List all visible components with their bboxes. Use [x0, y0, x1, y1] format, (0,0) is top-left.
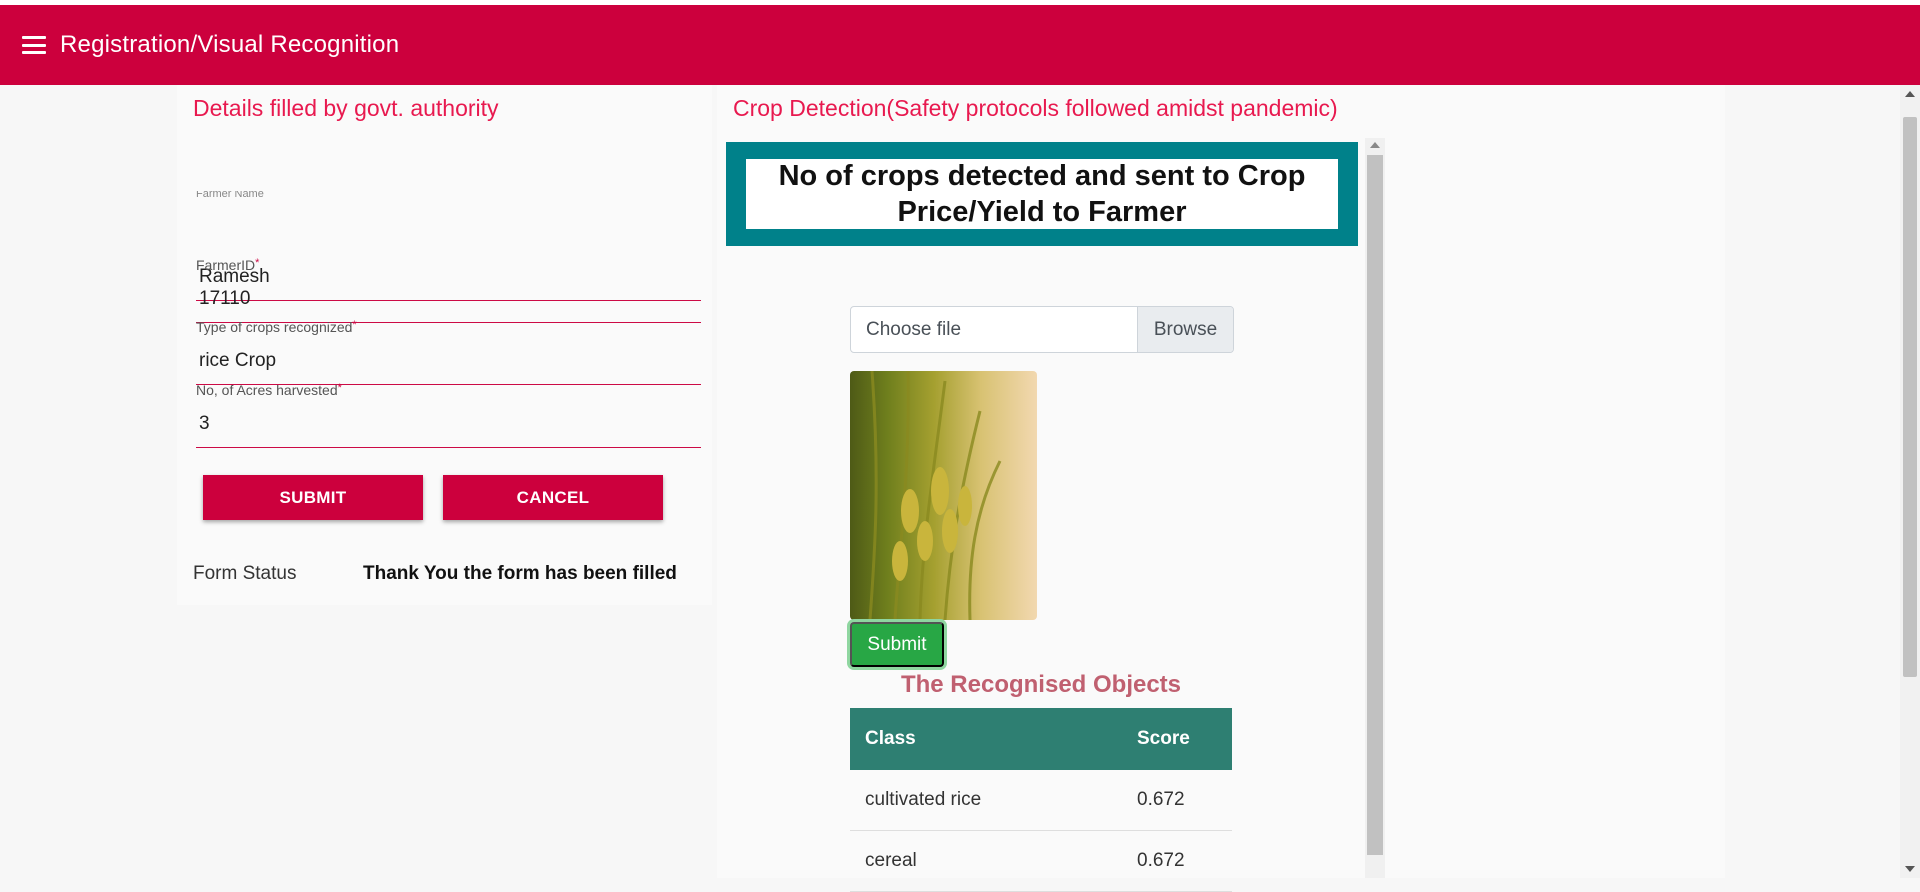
form-status-label: Form Status [193, 563, 297, 584]
file-input-placeholder: Choose file [866, 319, 962, 340]
inner-scrollbar-thumb[interactable] [1367, 155, 1383, 855]
crop-detection-card: Crop Detection(Safety protocols followed… [717, 85, 1725, 892]
score-cell: 0.672 [1122, 770, 1232, 831]
cancel-button[interactable]: CANCEL [443, 475, 663, 520]
form-card-heading: Details filled by govt. authority [193, 95, 499, 121]
farmer-id-value: 17110 [199, 288, 251, 309]
recognised-objects-title: The Recognised Objects [900, 671, 1182, 698]
app-title: Registration/Visual Recognition [60, 31, 400, 58]
farmer-id-label: FarmerID* [196, 257, 260, 273]
class-cell: cereal [850, 830, 1122, 892]
registration-form-card: Details filled by govt. authority Farmer… [177, 85, 712, 605]
class-cell: cultivated rice [850, 770, 1122, 831]
page-scrollbar[interactable] [1900, 85, 1920, 878]
score-column-header: Score [1122, 708, 1232, 770]
acres-label: No, of Acres harvested* [196, 382, 342, 398]
acres-field[interactable]: 3 [196, 403, 701, 448]
uploaded-crop-image [850, 371, 1037, 620]
crop-type-value: rice Crop [199, 350, 277, 371]
acres-value: 3 [199, 413, 210, 434]
farmer-id-field[interactable]: 17110 [196, 278, 701, 323]
hamburger-menu-icon[interactable] [22, 36, 46, 54]
page-scrollbar-thumb[interactable] [1903, 117, 1917, 677]
class-column-header: Class [850, 708, 1122, 770]
inner-scrollbar[interactable] [1365, 138, 1385, 878]
app-bar: Registration/Visual Recognition [0, 5, 1920, 85]
table-row: cereal 0.672 [850, 830, 1232, 892]
farmer-name-label: Farmer Name [196, 191, 264, 199]
table-row: cultivated rice 0.672 [850, 770, 1232, 831]
crop-type-field[interactable]: rice Crop [196, 340, 701, 385]
detection-card-heading: Crop Detection(Safety protocols followed… [733, 95, 1338, 121]
detection-banner: No of crops detected and sent to Crop Pr… [726, 142, 1358, 246]
crop-type-label: Type of crops recognized* [196, 319, 357, 335]
results-table: Class Score cultivated rice 0.672 cereal… [850, 708, 1232, 892]
score-cell: 0.672 [1122, 830, 1232, 892]
form-status-text: Thank You the form has been filled [363, 563, 677, 584]
scroll-up-arrow-icon[interactable] [1370, 142, 1380, 148]
detect-submit-button[interactable]: Submit [850, 622, 944, 667]
table-header-row: Class Score [850, 708, 1232, 770]
scroll-down-arrow-icon[interactable] [1905, 866, 1915, 872]
submit-button[interactable]: SUBMIT [203, 475, 423, 520]
browse-button[interactable]: Browse [1137, 307, 1233, 352]
banner-text: No of crops detected and sent to Crop Pr… [746, 159, 1338, 229]
scroll-up-arrow-icon[interactable] [1905, 91, 1915, 97]
file-input[interactable]: Choose file Browse [850, 306, 1234, 353]
